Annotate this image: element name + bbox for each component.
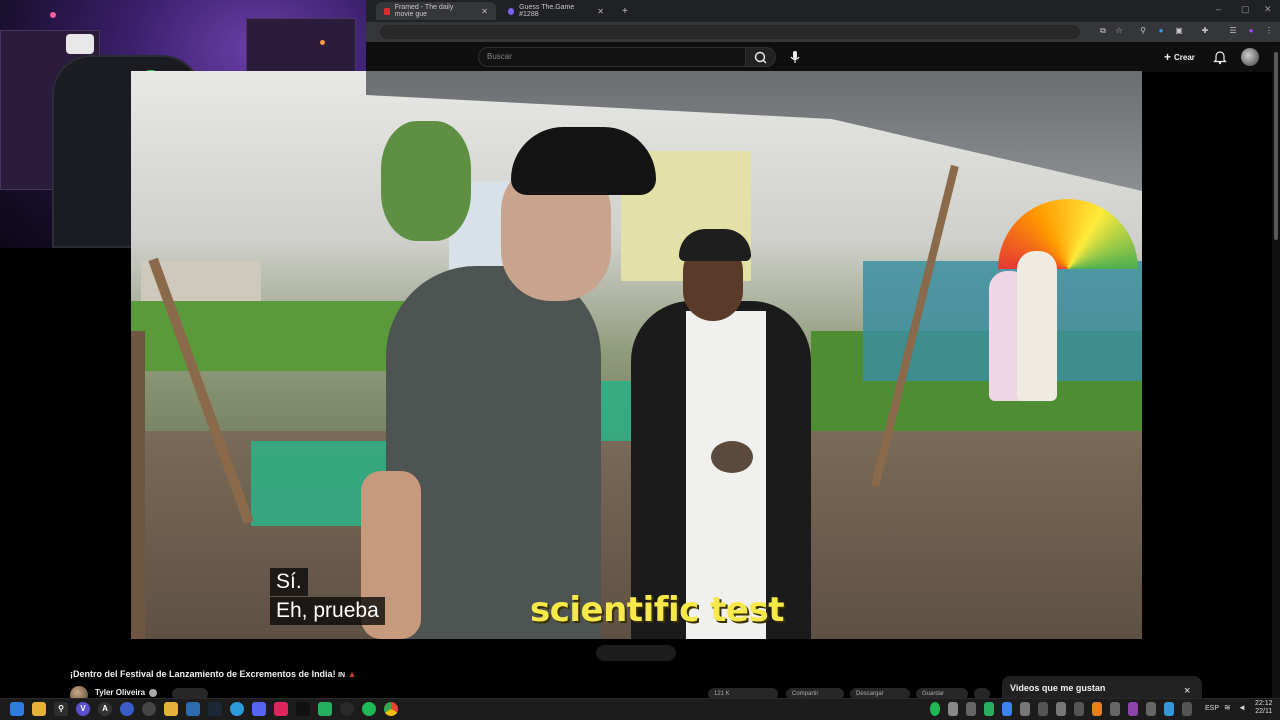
app-icon[interactable]	[186, 702, 200, 716]
close-icon[interactable]: ×	[1184, 685, 1190, 697]
profile-icon[interactable]: ●	[1246, 26, 1256, 36]
maximize-button[interactable]: ▢	[1241, 4, 1250, 15]
extension-icon[interactable]: ●	[1156, 26, 1166, 36]
country-flag-icon: IN	[338, 672, 346, 679]
subtitle-line: Sí.	[270, 568, 308, 596]
youtube-play-button-decor	[66, 34, 94, 54]
clock-date: 22/11	[1255, 708, 1273, 715]
new-tab-button[interactable]: +	[614, 2, 630, 20]
tray-icon[interactable]	[1020, 702, 1030, 716]
plus-icon: +	[1164, 50, 1172, 64]
tray-icon[interactable]	[1074, 702, 1084, 716]
clock-time: 22:12	[1255, 700, 1273, 707]
clock[interactable]: 22:12 22/11	[1255, 700, 1273, 716]
tray-icon[interactable]	[966, 702, 976, 716]
address-bar[interactable]	[380, 25, 1080, 39]
channel-name-text: Tyler Oliveira	[95, 688, 146, 697]
tray-icon[interactable]	[984, 702, 994, 716]
app-icon[interactable]	[230, 702, 244, 716]
verified-check-icon	[149, 688, 158, 697]
tray-icon[interactable]	[1038, 702, 1048, 716]
tab-search-icon[interactable]: ☰	[1228, 26, 1238, 36]
game-favicon-icon	[508, 7, 515, 15]
burned-in-caption: scientific test	[530, 590, 784, 630]
app-icon[interactable]	[142, 702, 156, 716]
tray-icon[interactable]	[1110, 702, 1120, 716]
volume-icon[interactable]: ◄	[1238, 703, 1246, 712]
woman-figure	[1017, 251, 1057, 401]
tray-icon[interactable]	[930, 702, 940, 716]
discord-icon[interactable]	[252, 702, 266, 716]
chrome-icon[interactable]	[384, 702, 398, 716]
tab-label: Guess The.Game #1288	[519, 4, 575, 18]
tab-label: Framed - The daily movie gue	[394, 4, 454, 18]
close-icon[interactable]: ✕	[481, 7, 488, 16]
install-icon[interactable]: ⧉	[1098, 26, 1108, 36]
tray-icon[interactable]	[1002, 702, 1012, 716]
app-icon[interactable]	[318, 702, 332, 716]
tray-icon[interactable]	[1182, 702, 1192, 716]
browser-tab[interactable]: Guess The.Game #1288 ✕	[500, 2, 612, 20]
subtitle-line: Eh, prueba	[270, 597, 385, 625]
spotify-icon[interactable]	[362, 702, 376, 716]
app-v-icon[interactable]: V	[76, 702, 90, 716]
poop-emoji-icon: ▲	[347, 669, 357, 679]
led-light	[50, 12, 56, 18]
tray-icon[interactable]	[1164, 702, 1174, 716]
channel-name[interactable]: Tyler Oliveira	[95, 688, 158, 697]
obs-icon[interactable]	[340, 702, 354, 716]
steam-icon[interactable]	[208, 702, 222, 716]
bamboo-pole	[131, 331, 145, 639]
video-player[interactable]: Sí. Eh, prueba	[131, 71, 1142, 639]
guide-cap	[679, 229, 751, 261]
framed-favicon-icon	[384, 7, 390, 15]
mic-icon[interactable]	[786, 49, 804, 65]
extension-icon[interactable]: ⚲	[1138, 26, 1148, 36]
minimize-button[interactable]: –	[1216, 4, 1221, 14]
scrollbar-thumb[interactable]	[1274, 52, 1278, 240]
dung-sample	[711, 441, 753, 473]
extension-icon[interactable]: ▣	[1174, 26, 1184, 36]
tray-icon[interactable]	[1128, 702, 1138, 716]
app-icon[interactable]	[274, 702, 288, 716]
extensions-puzzle-icon[interactable]: ✚	[1200, 26, 1210, 36]
liked-panel-title: Videos que me gustan	[1010, 683, 1106, 693]
windows-start-icon[interactable]	[10, 702, 24, 716]
palm-tree	[381, 121, 471, 241]
metal-roof	[366, 71, 1142, 191]
tiktok-icon[interactable]	[296, 702, 310, 716]
create-button[interactable]: + Crear	[1164, 49, 1195, 65]
search-input[interactable]: Buscar	[478, 47, 746, 67]
menu-dots-icon[interactable]: ⋮	[1264, 26, 1274, 36]
search-button[interactable]	[746, 47, 776, 67]
window-close-button[interactable]: ✕	[1264, 4, 1272, 15]
bookmark-star-icon[interactable]: ☆	[1114, 26, 1124, 36]
video-title-text: ¡Dentro del Festival de Lanzamiento de E…	[70, 669, 336, 679]
file-explorer-icon[interactable]	[32, 702, 46, 716]
search-icon	[754, 51, 767, 64]
browser-tab-bar: Framed - The daily movie gue ✕ Guess The…	[366, 0, 1280, 22]
host-cap	[511, 127, 656, 195]
tray-icon[interactable]	[1092, 702, 1102, 716]
search-icon[interactable]: ⚲	[54, 702, 68, 716]
close-icon[interactable]: ✕	[597, 7, 604, 16]
app-ak-icon[interactable]: A	[98, 702, 112, 716]
create-label: Crear	[1174, 52, 1195, 62]
tray-icon[interactable]	[1146, 702, 1156, 716]
folder-icon[interactable]	[164, 702, 178, 716]
led-light	[320, 40, 325, 45]
tray-icon[interactable]	[948, 702, 958, 716]
video-title: ¡Dentro del Festival de Lanzamiento de E…	[70, 669, 357, 679]
tray-icon[interactable]	[1056, 702, 1066, 716]
language-indicator[interactable]: ESP	[1205, 705, 1219, 712]
app-icon[interactable]	[120, 702, 134, 716]
browser-tab[interactable]: Framed - The daily movie gue ✕	[376, 2, 496, 20]
account-avatar[interactable]	[1241, 48, 1259, 66]
player-controls-pill[interactable]	[596, 645, 676, 661]
wifi-icon[interactable]: ≋	[1224, 703, 1231, 712]
notifications-bell-icon[interactable]	[1213, 49, 1227, 65]
